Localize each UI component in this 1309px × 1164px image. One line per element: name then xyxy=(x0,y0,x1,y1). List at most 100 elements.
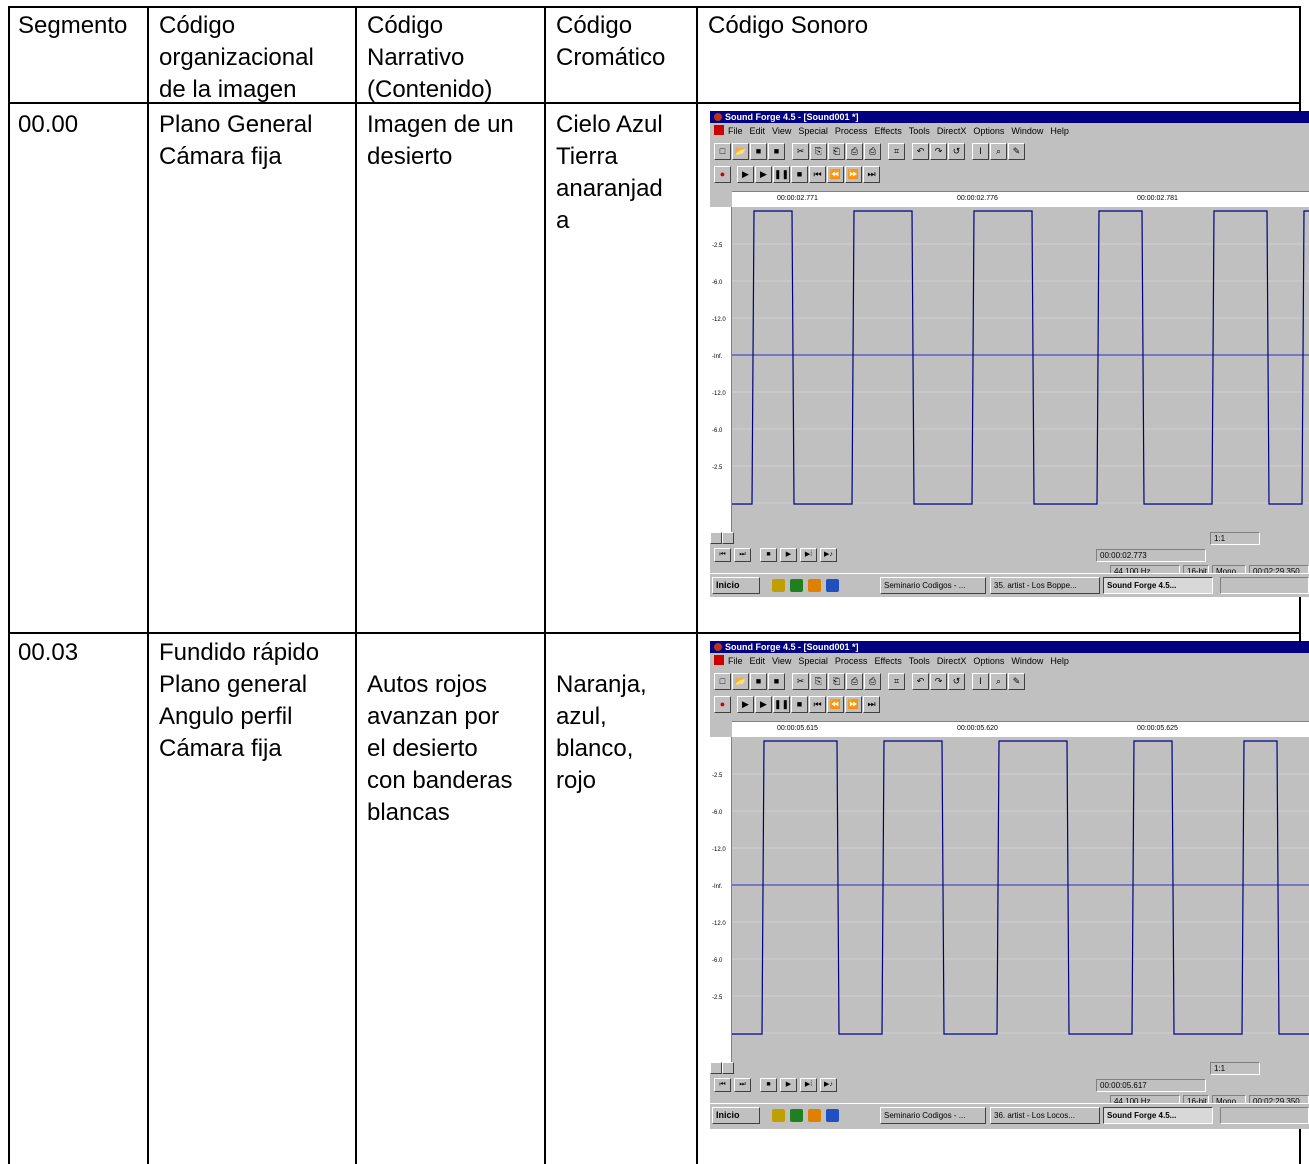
magnify-icon[interactable]: ⌕ xyxy=(990,143,1007,160)
open-icon[interactable]: 📂 xyxy=(732,143,749,160)
trim-icon[interactable]: ⌗ xyxy=(888,143,905,160)
pause-icon[interactable]: ❚❚ xyxy=(773,166,790,183)
quick-launch-3-icon[interactable] xyxy=(808,1109,821,1122)
menu-item-effects[interactable]: Effects xyxy=(874,126,901,136)
rewind-icon[interactable]: ⏪ xyxy=(827,166,844,183)
menu-item-options[interactable]: Options xyxy=(973,656,1004,666)
pencil-icon[interactable]: ✎ xyxy=(1008,143,1025,160)
paste-icon[interactable]: ⎗ xyxy=(828,673,845,690)
menu-item-options[interactable]: Options xyxy=(973,126,1004,136)
waveform-display[interactable] xyxy=(732,737,1309,1062)
taskbar-button[interactable]: 36. artist - Los Locos... xyxy=(990,1107,1100,1124)
menu-item-help[interactable]: Help xyxy=(1050,656,1069,666)
go-start-icon[interactable]: ⏮ xyxy=(714,1078,731,1092)
taskbar-button[interactable]: Seminario Codigos - ... xyxy=(880,577,986,594)
go-end-icon[interactable]: ⏭ xyxy=(734,548,751,562)
taskbar-button[interactable]: Seminario Codigos - ... xyxy=(880,1107,986,1124)
pause-icon[interactable]: ❚❚ xyxy=(773,696,790,713)
paste-mix-icon[interactable]: ⎙ xyxy=(846,143,863,160)
menu-item-directx[interactable]: DirectX xyxy=(937,126,967,136)
stop-icon[interactable]: ■ xyxy=(791,696,808,713)
play-loop-icon[interactable]: ▶⁞ xyxy=(800,1078,817,1092)
menu-item-process[interactable]: Process xyxy=(835,656,868,666)
go-to-start-icon[interactable]: ⏮ xyxy=(809,696,826,713)
start-button[interactable]: Inicio xyxy=(712,1107,760,1124)
quick-launch-1-icon[interactable] xyxy=(772,1109,785,1122)
quick-launch-4-icon[interactable] xyxy=(826,1109,839,1122)
waveform-display[interactable] xyxy=(732,207,1309,532)
rewind-icon[interactable]: ⏪ xyxy=(827,696,844,713)
zoom-in-icon[interactable] xyxy=(722,1062,734,1074)
repeat-icon[interactable]: ↺ xyxy=(948,673,965,690)
menu-item-tools[interactable]: Tools xyxy=(909,656,930,666)
cut-icon[interactable]: ✂ xyxy=(792,143,809,160)
forward-icon[interactable]: ⏩ xyxy=(845,166,862,183)
go-start-icon[interactable]: ⏮ xyxy=(714,548,731,562)
copy-icon[interactable]: ⎘ xyxy=(810,673,827,690)
new-icon[interactable]: □ xyxy=(714,143,731,160)
menu-item-special[interactable]: Special xyxy=(798,126,828,136)
play-small-icon[interactable]: ▶ xyxy=(780,1078,797,1092)
save-as-icon[interactable]: ■ xyxy=(768,673,785,690)
magnify-icon[interactable]: ⌕ xyxy=(990,673,1007,690)
stop-icon[interactable]: ■ xyxy=(791,166,808,183)
new-icon[interactable]: □ xyxy=(714,673,731,690)
cursor-icon[interactable]: I xyxy=(972,673,989,690)
taskbar-button[interactable]: Sound Forge 4.5... xyxy=(1103,577,1213,594)
crossfade-icon[interactable]: ⎙ xyxy=(864,143,881,160)
save-icon[interactable]: ■ xyxy=(750,673,767,690)
cursor-icon[interactable]: I xyxy=(972,143,989,160)
menu-item-file[interactable]: File xyxy=(728,656,743,666)
quick-launch-3-icon[interactable] xyxy=(808,579,821,592)
menu-item-effects[interactable]: Effects xyxy=(874,656,901,666)
paste-icon[interactable]: ⎗ xyxy=(828,143,845,160)
play-plain-icon[interactable]: ▶♪ xyxy=(820,548,837,562)
stop-small-icon[interactable]: ■ xyxy=(760,1078,777,1092)
taskbar-button[interactable]: 35. artist - Los Boppe... xyxy=(990,577,1100,594)
menu-item-edit[interactable]: Edit xyxy=(750,126,766,136)
menu-item-window[interactable]: Window xyxy=(1011,656,1043,666)
menu-item-directx[interactable]: DirectX xyxy=(937,656,967,666)
save-as-icon[interactable]: ■ xyxy=(768,143,785,160)
quick-launch-1-icon[interactable] xyxy=(772,579,785,592)
redo-icon[interactable]: ↷ xyxy=(930,143,947,160)
menu-item-edit[interactable]: Edit xyxy=(750,656,766,666)
go-to-end-icon[interactable]: ⏭ xyxy=(863,166,880,183)
pencil-icon[interactable]: ✎ xyxy=(1008,673,1025,690)
undo-icon[interactable]: ↶ xyxy=(912,143,929,160)
start-button[interactable]: Inicio xyxy=(712,577,760,594)
record-icon[interactable]: ● xyxy=(714,696,731,713)
forward-icon[interactable]: ⏩ xyxy=(845,696,862,713)
open-icon[interactable]: 📂 xyxy=(732,673,749,690)
go-end-icon[interactable]: ⏭ xyxy=(734,1078,751,1092)
taskbar-button[interactable]: Sound Forge 4.5... xyxy=(1103,1107,1213,1124)
menu-item-window[interactable]: Window xyxy=(1011,126,1043,136)
quick-launch-2-icon[interactable] xyxy=(790,579,803,592)
zoom-out-icon[interactable] xyxy=(710,532,722,544)
zoom-in-icon[interactable] xyxy=(722,532,734,544)
zoom-out-icon[interactable] xyxy=(710,1062,722,1074)
play-icon[interactable]: ▶ xyxy=(755,166,772,183)
copy-icon[interactable]: ⎘ xyxy=(810,143,827,160)
play-icon[interactable]: ▶ xyxy=(755,696,772,713)
menu-item-special[interactable]: Special xyxy=(798,656,828,666)
cut-icon[interactable]: ✂ xyxy=(792,673,809,690)
go-to-start-icon[interactable]: ⏮ xyxy=(809,166,826,183)
play-small-icon[interactable]: ▶ xyxy=(780,548,797,562)
menu-item-file[interactable]: File xyxy=(728,126,743,136)
menu-item-tools[interactable]: Tools xyxy=(909,126,930,136)
paste-mix-icon[interactable]: ⎙ xyxy=(846,673,863,690)
play-loop-icon[interactable]: ▶⁞ xyxy=(800,548,817,562)
record-icon[interactable]: ● xyxy=(714,166,731,183)
play-plain-icon[interactable]: ▶♪ xyxy=(820,1078,837,1092)
redo-icon[interactable]: ↷ xyxy=(930,673,947,690)
repeat-icon[interactable]: ↺ xyxy=(948,143,965,160)
play-all-icon[interactable]: ▶ xyxy=(737,696,754,713)
menu-item-help[interactable]: Help xyxy=(1050,126,1069,136)
quick-launch-2-icon[interactable] xyxy=(790,1109,803,1122)
quick-launch-4-icon[interactable] xyxy=(826,579,839,592)
menu-item-view[interactable]: View xyxy=(772,656,791,666)
stop-small-icon[interactable]: ■ xyxy=(760,548,777,562)
trim-icon[interactable]: ⌗ xyxy=(888,673,905,690)
undo-icon[interactable]: ↶ xyxy=(912,673,929,690)
